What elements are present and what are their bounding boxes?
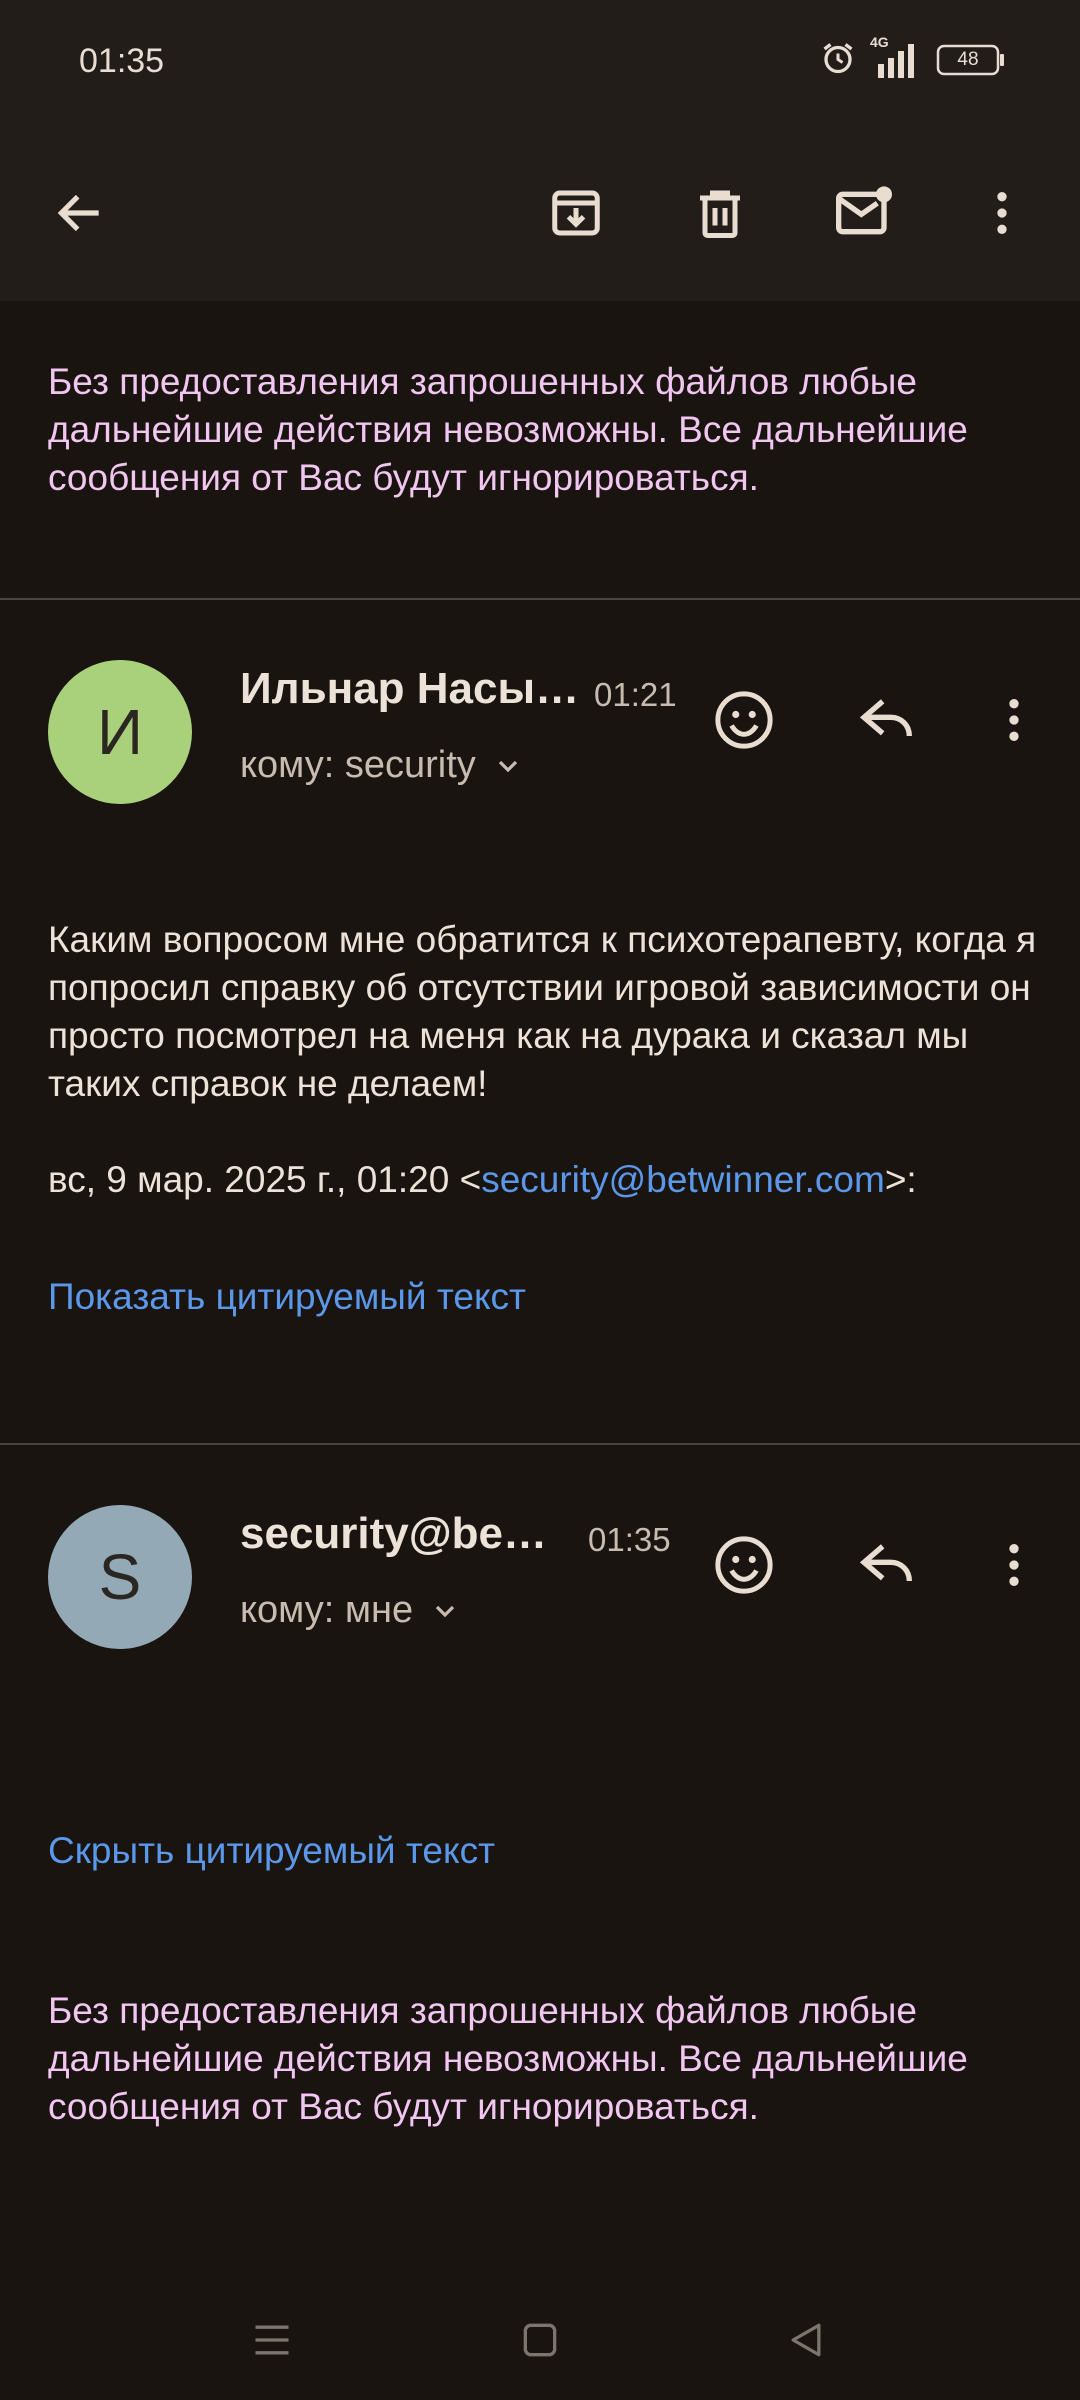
archive-button[interactable] (538, 175, 614, 251)
more-vert-icon (997, 192, 1007, 234)
back-button[interactable] (42, 175, 118, 251)
reply-button[interactable] (848, 680, 928, 760)
more-vert-icon (1009, 1544, 1019, 1586)
recipient-label: кому: security (240, 744, 476, 786)
signal-icon: 4G (870, 34, 922, 80)
more-options-button[interactable] (964, 175, 1040, 251)
show-quoted-text-link[interactable]: Показать цитируемый текст (48, 1276, 526, 1318)
quote-header: вс, 9 мар. 2025 г., 01:20 <security@betw… (48, 1156, 1048, 1204)
system-back-button[interactable] (766, 2300, 846, 2380)
delete-button[interactable] (682, 175, 758, 251)
sender-name: Ильнар Насы… (240, 664, 580, 713)
status-icons: 4G 48 (820, 34, 1006, 81)
battery-level: 48 (957, 49, 979, 70)
sender-name: security@be… (240, 1509, 548, 1558)
reply-icon (859, 699, 912, 737)
archive-icon (552, 190, 600, 236)
message-time: 01:21 (594, 676, 677, 713)
chevron-down-icon (435, 1605, 455, 1617)
battery-icon: 48 (936, 44, 1006, 76)
quoted-text: Без предоставления запрошенных файлов лю… (48, 1990, 968, 2127)
add-reaction-button[interactable] (704, 680, 784, 760)
system-nav-bar (0, 2280, 1080, 2400)
chevron-down-icon (498, 760, 517, 772)
status-time: 01:35 (79, 42, 165, 80)
alarm-icon (820, 40, 856, 81)
reply-icon (859, 1544, 912, 1582)
quote-header-suffix: >: (884, 1159, 917, 1200)
divider (0, 598, 1080, 600)
message-more-button[interactable] (974, 1525, 1054, 1605)
quoted-text-top: Без предоставления запрошенных файлов лю… (48, 361, 968, 498)
hide-quoted-text-link[interactable]: Скрыть цитируемый текст (48, 1830, 495, 1872)
quote-header-date: вс, 9 мар. 2025 г., 01:20 < (48, 1159, 482, 1200)
add-reaction-button[interactable] (704, 1525, 784, 1605)
back-arrow-icon (57, 194, 99, 232)
app-bar (0, 125, 1080, 301)
quote-email-link[interactable]: security@betwinner.com (481, 1159, 885, 1200)
recipient-details-toggle[interactable]: кому: мне (240, 1589, 461, 1632)
divider (0, 1443, 1080, 1445)
message-more-button[interactable] (974, 680, 1054, 760)
avatar-letter: S (98, 1541, 142, 1613)
recipient-label: кому: мне (240, 1589, 414, 1631)
recents-button[interactable] (232, 2300, 312, 2380)
recipient-details-toggle[interactable]: кому: security (240, 744, 524, 787)
trash-icon (700, 190, 740, 238)
avatar-letter: И (97, 696, 143, 768)
avatar[interactable]: S (48, 1505, 192, 1649)
mark-unread-button[interactable] (826, 175, 902, 251)
emoji-icon (715, 1536, 773, 1594)
reply-button[interactable] (848, 1525, 928, 1605)
message-body: Каким вопросом мне обратится к психотера… (48, 919, 1037, 1104)
mark-unread-icon (836, 186, 892, 235)
status-bar: 01:35 4G 48 (0, 0, 1080, 125)
menu-icon (255, 2325, 289, 2355)
emoji-icon (715, 691, 773, 749)
message-time: 01:35 (588, 1521, 671, 1558)
more-vert-icon (1009, 699, 1019, 741)
triangle-back-icon (791, 2323, 821, 2357)
home-button[interactable] (500, 2300, 580, 2380)
avatar[interactable]: И (48, 660, 192, 804)
square-icon (523, 2323, 557, 2357)
